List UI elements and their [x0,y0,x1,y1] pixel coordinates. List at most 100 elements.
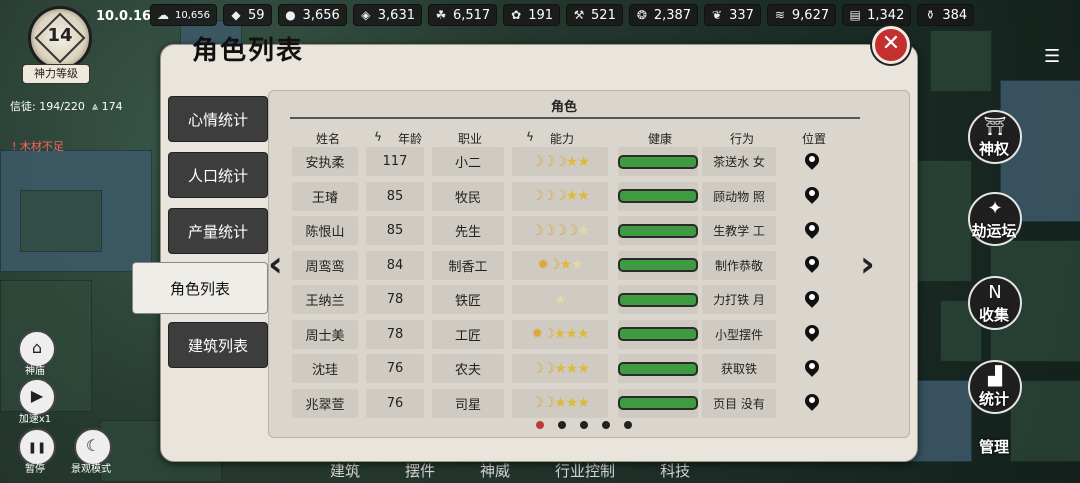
cell-ability: ✹☽★★ [512,250,608,280]
cell-health [618,354,698,383]
divine-level-value: 14 [47,25,73,46]
page-dot[interactable] [624,421,632,429]
column-name[interactable]: 姓名 [316,130,340,147]
star-icon: ★ [577,360,590,377]
map-building[interactable] [930,30,992,92]
cell-ability: ☽☽★★★ [512,388,608,418]
health-bar [618,189,698,203]
table-row[interactable]: 周鸾鸾 84 制香工 ✹☽★★ 制作恭敬 [292,250,852,281]
herb-icon: ≋ [774,8,785,22]
location-pin-icon[interactable] [805,360,819,378]
resource-tool[interactable]: ⚒ 521 [566,4,623,26]
tab-2[interactable]: 人口统计 [168,152,268,198]
manage-label[interactable]: 管理 [966,436,1022,457]
play-icon: ▶ [30,386,44,405]
cell-age: 76 [366,354,424,383]
cell-location [780,285,844,314]
resource-chest[interactable]: ▤ 1,342 [842,4,912,26]
table-row[interactable]: 沈珪 76 农夫 ☽☽★★★ 获取铁 [292,353,852,384]
cell-name: 周鸾鸾 [292,250,358,280]
map-building[interactable] [20,190,102,252]
sun-icon: ✹ [531,326,544,342]
health-bar [618,361,698,376]
location-pin-icon[interactable] [805,325,819,343]
resource-leaf[interactable]: ❦ 337 [704,4,761,26]
section-title: 角色 [550,100,577,115]
column-job[interactable]: 职业 [458,130,482,147]
moon-icon: ☽ [554,153,567,170]
ore-icon: ◈ [361,8,371,22]
location-pin-icon[interactable] [805,394,819,412]
cell-job: 农夫 [432,354,504,383]
resource-coin-bag[interactable]: ❂ 2,387 [628,4,699,26]
resource-food[interactable]: ◆ 59 [223,4,272,26]
location-pin-icon[interactable] [805,291,819,309]
column-age[interactable]: 年龄 [398,130,422,147]
cell-ability: ☽☽★★★ [512,354,608,383]
location-pin-icon[interactable] [805,153,819,171]
resource-value: 2,387 [653,7,692,23]
warning-text: 木材不足 [19,140,64,153]
altar-label: 劫运坛 [971,222,1017,240]
cell-ability: ✹☽★★★ [512,319,608,349]
cell-location [780,216,844,245]
resource-bottle[interactable]: ⚱ 384 [917,4,975,26]
moon-icon: ☽ [531,395,544,411]
cell-age: 76 [366,388,424,418]
cell-ability: ☽☽☽☽★ [512,216,608,245]
location-pin-icon[interactable] [805,222,819,240]
health-bar [618,154,698,169]
bottom-nav-item[interactable]: 摆件 [405,460,435,481]
menu-icon[interactable]: ☰ [1044,46,1064,67]
resource-ore[interactable]: ◈ 3,631 [352,4,422,26]
prev-page-arrow[interactable]: ‹ [268,244,283,285]
resource-livestock[interactable]: ✿ 191 [503,4,561,26]
bottom-nav-item[interactable]: 建筑 [330,460,360,481]
bottom-nav-item[interactable]: 神威 [480,460,510,481]
table-row[interactable]: 王璿 85 牧民 ☽☽☽★★ 顾动物 照 [292,181,852,212]
resource-herb[interactable]: ≋ 9,627 [766,4,837,26]
column-action[interactable]: 行为 [730,130,754,147]
table-row[interactable]: 陈恨山 85 先生 ☽☽☽☽★ 生教学 工 [292,215,852,246]
resource-grain[interactable]: ☘ 6,517 [427,4,498,26]
tab-5[interactable]: 建筑列表 [168,322,268,368]
table-row[interactable]: 王纳兰 78 铁匠 ★ 力打铁 月 [292,284,852,315]
close-button[interactable]: ✕ [872,26,910,64]
table-row[interactable]: 兆翠萱 76 司星 ☽☽★★★ 页目 没有 [292,388,852,419]
resource-stone[interactable]: ● 3,656 [277,4,347,26]
page-dot[interactable] [602,421,610,429]
resource-value: 337 [729,7,754,23]
cell-name: 陈恨山 [292,216,358,245]
page-dot[interactable] [558,421,566,429]
page-dot[interactable] [580,421,588,429]
location-pin-icon[interactable] [805,187,819,205]
star-icon: ★ [565,326,578,342]
cell-location [780,389,844,418]
tab-3[interactable]: 产量统计 [168,208,268,254]
column-ability[interactable]: 能力 [550,130,574,147]
next-page-arrow[interactable]: › [860,244,875,285]
divine-level-badge[interactable]: 14 [28,6,92,70]
sort-icon[interactable]: ϟ [374,130,382,144]
table-row[interactable]: 安执柔 117 小二 ☽☽☽★★ 茶送水 女 [292,146,852,177]
star-icon: ★ [576,326,590,342]
map-building[interactable] [910,160,972,282]
pale-star-icon: ★ [577,222,590,239]
tab-1[interactable]: 心情统计 [168,96,268,142]
bottom-nav-item[interactable]: 科技 [660,460,690,481]
column-location[interactable]: 位置 [802,130,826,147]
control-label: 景观模式 [71,464,111,475]
tab-4[interactable]: 角色列表 [132,262,268,314]
sort-icon[interactable]: ϟ [526,130,534,144]
column-health[interactable]: 健康 [648,130,672,147]
pale-star-icon: ★ [554,291,567,308]
resource-population[interactable]: ☁ 10,656 [150,4,217,26]
star-icon: ★ [559,257,573,273]
leaf-icon: ❦ [712,8,723,22]
bottle-icon: ⚱ [925,8,936,22]
page-dot[interactable] [536,421,544,429]
moon-icon: ☽ [531,360,544,377]
location-pin-icon[interactable] [805,256,819,274]
table-row[interactable]: 周士美 78 工匠 ✹☽★★★ 小型摆件 [292,319,852,350]
bottom-nav-item[interactable]: 行业控制 [555,460,615,481]
